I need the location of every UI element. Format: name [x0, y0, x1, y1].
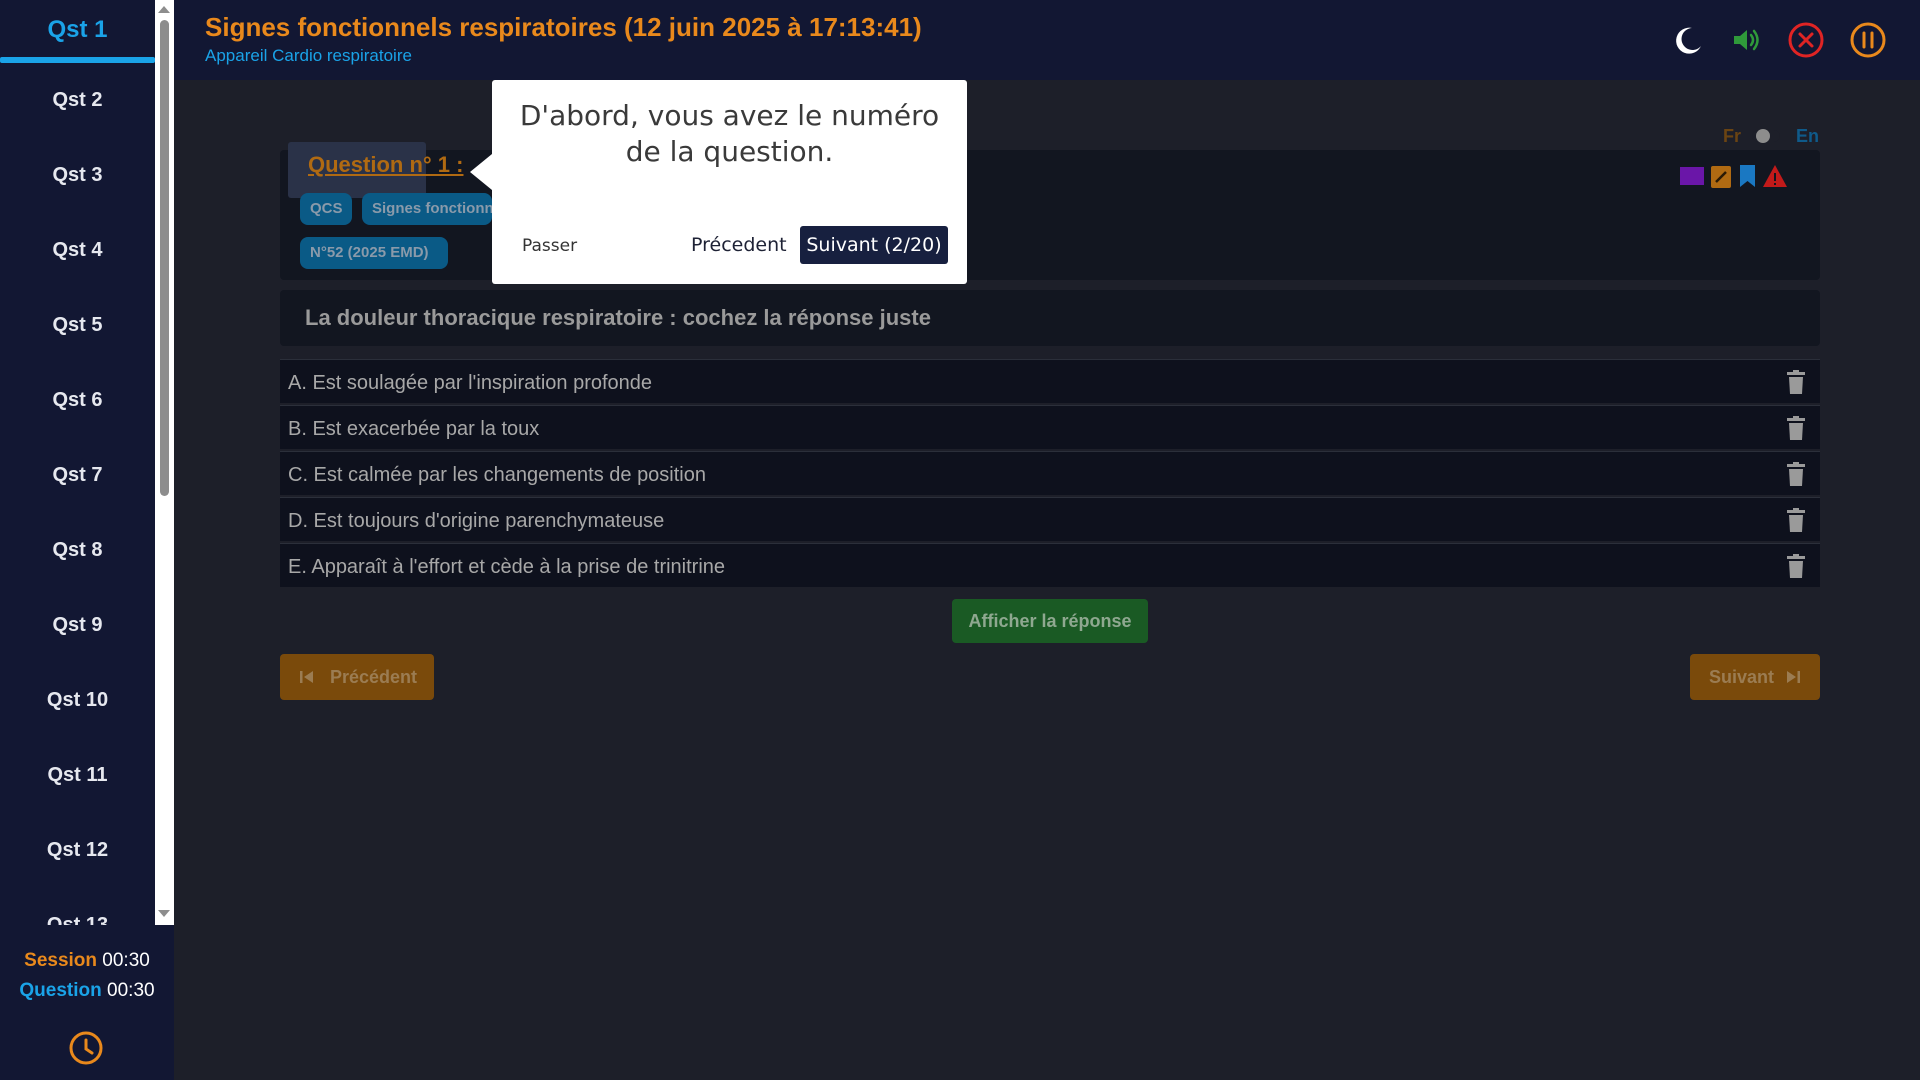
pause-circle-icon[interactable]: [1848, 20, 1888, 60]
skip-previous-icon: [300, 671, 313, 683]
session-timer-label: Session: [24, 950, 98, 971]
close-circle-icon[interactable]: [1786, 20, 1826, 60]
tag-topic: Signes fonctionnels respiratoires: [362, 193, 492, 225]
answer-option-b[interactable]: B. Est exacerbée par la toux: [280, 405, 1820, 449]
sidebar-item-qst-7[interactable]: Qst 7: [0, 455, 155, 495]
trash-icon[interactable]: [1786, 370, 1806, 394]
answer-option-text: D. Est toujours d'origine parenchymateus…: [288, 510, 665, 532]
page-subtitle: Appareil Cardio respiratoire: [205, 46, 412, 65]
tour-previous-button[interactable]: Précedent: [691, 234, 787, 256]
answer-option-text: B. Est exacerbée par la toux: [288, 418, 540, 440]
next-button[interactable]: Suivant: [1690, 654, 1820, 700]
show-answer-button[interactable]: Afficher la réponse: [952, 599, 1148, 643]
question-timer-label: Question: [19, 980, 102, 1001]
header: Signes fonctionnels respiratoires (12 ju…: [174, 0, 1920, 80]
answer-option-text: C. Est calmée par les changements de pos…: [288, 464, 706, 486]
sidebar-item-qst-3[interactable]: Qst 3: [0, 155, 155, 195]
lang-switch-knob[interactable]: [1756, 129, 1770, 143]
card-toolbar: [1680, 165, 1787, 188]
question-timer-value: 00:30: [107, 980, 155, 1001]
active-underline: [0, 57, 155, 63]
answer-option-c[interactable]: C. Est calmée par les changements de pos…: [280, 451, 1820, 495]
sidebar-item-qst-9[interactable]: Qst 9: [0, 605, 155, 645]
tour-skip-button[interactable]: Passer: [522, 236, 577, 256]
answer-option-e[interactable]: E. Apparaît à l'effort et cède à la pris…: [280, 543, 1820, 587]
session-timer: Session 00:30: [0, 950, 174, 972]
previous-button-label: Précédent: [330, 667, 418, 687]
question-list: Qst 1 Qst 2 Qst 3 Qst 4 Qst 5 Qst 6 Qst …: [0, 0, 155, 925]
sidebar-item-qst-5[interactable]: Qst 5: [0, 305, 155, 345]
scroll-thumb[interactable]: [160, 20, 169, 496]
sidebar-item-qst-13[interactable]: Qst 13: [0, 905, 155, 925]
next-button-label: Suivant: [1709, 667, 1775, 687]
scroll-down-icon[interactable]: [158, 910, 170, 917]
tour-message: D'abord, vous avez le numéro de la quest…: [519, 99, 940, 168]
sidebar-item-qst-4[interactable]: Qst 4: [0, 230, 155, 270]
answer-option-text: A. Est soulagée par l'inspiration profon…: [288, 372, 653, 394]
answer-option-text: E. Apparaît à l'effort et cède à la pris…: [288, 556, 726, 578]
previous-button[interactable]: Précédent: [280, 654, 434, 700]
trash-icon[interactable]: [1786, 416, 1806, 440]
sidebar-item-qst-11[interactable]: Qst 11: [0, 755, 155, 795]
scroll-up-icon[interactable]: [158, 6, 170, 13]
trash-icon[interactable]: [1786, 508, 1806, 532]
sidebar-item-qst-2[interactable]: Qst 2: [0, 80, 155, 120]
volume-icon[interactable]: [1726, 20, 1766, 60]
tag-type: QCS: [300, 193, 352, 225]
answer-option-d[interactable]: D. Est toujours d'origine parenchymateus…: [280, 497, 1820, 541]
language-toggle[interactable]: Fr En: [1723, 126, 1823, 146]
answer-option-a[interactable]: A. Est soulagée par l'inspiration profon…: [280, 359, 1820, 403]
sidebar-item-qst-10[interactable]: Qst 10: [0, 680, 155, 720]
trash-icon[interactable]: [1786, 462, 1806, 486]
clock-icon[interactable]: [68, 1030, 104, 1066]
question-timer: Question 00:30: [0, 980, 174, 1002]
lang-en-label[interactable]: En: [1796, 126, 1819, 147]
tag-source: N°52 (2025 EMD): [300, 237, 448, 269]
tour-popup: D'abord, vous avez le numéro de la quest…: [470, 80, 967, 284]
sidebar-item-qst-6[interactable]: Qst 6: [0, 380, 155, 420]
tour-next-button[interactable]: Suivant (2/20): [800, 226, 948, 264]
bookmark-icon[interactable]: [1740, 165, 1755, 187]
sidebar: Qst 1 Qst 2 Qst 3 Qst 4 Qst 5 Qst 6 Qst …: [0, 0, 174, 1080]
moon-icon[interactable]: [1668, 20, 1708, 60]
sidebar-scrollbar[interactable]: [155, 0, 174, 925]
trash-icon[interactable]: [1786, 554, 1806, 578]
question-number-highlight: Question n° 1 :: [288, 142, 463, 198]
warning-icon[interactable]: [1763, 165, 1787, 187]
sidebar-item-qst-12[interactable]: Qst 12: [0, 830, 155, 870]
tour-pointer-arrow: [470, 154, 492, 190]
question-number: Question n° 1 :: [308, 152, 464, 177]
question-statement-text: La douleur thoracique respiratoire : coc…: [305, 305, 931, 330]
color-tag-icon[interactable]: [1680, 167, 1704, 185]
question-statement: La douleur thoracique respiratoire : coc…: [280, 290, 1820, 346]
page-title: Signes fonctionnels respiratoires (12 ju…: [205, 12, 922, 42]
sidebar-item-qst-8[interactable]: Qst 8: [0, 530, 155, 570]
lang-fr-label[interactable]: Fr: [1723, 126, 1741, 147]
sidebar-item-qst-1[interactable]: Qst 1: [0, 10, 155, 50]
session-timer-value: 00:30: [102, 950, 150, 971]
note-edit-icon[interactable]: [1711, 166, 1731, 188]
skip-next-icon: [1787, 671, 1800, 683]
